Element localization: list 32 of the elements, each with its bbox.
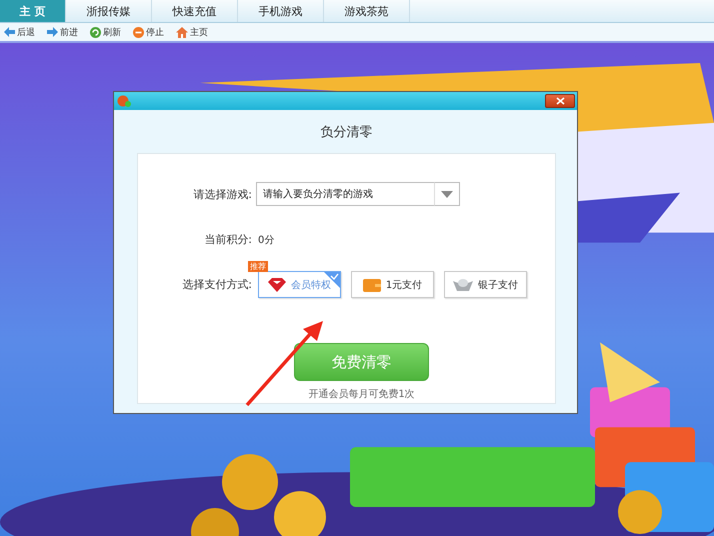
- home-icon: [176, 26, 188, 38]
- dialog-heading: 负分清零: [320, 124, 374, 142]
- payment-label: 选择支付方式:: [181, 277, 253, 292]
- stop-icon: [133, 26, 144, 38]
- tab[interactable]: 手机游戏: [238, 0, 324, 22]
- recommend-badge: 推荐: [248, 261, 268, 272]
- score-value: 0分: [258, 234, 274, 246]
- toolbar-button[interactable]: 前进: [45, 26, 84, 38]
- wallet-icon: [362, 278, 381, 292]
- score-label: 当前积分:: [203, 232, 253, 247]
- dropdown-arrow-icon: [441, 190, 453, 198]
- tab[interactable]: 快速充值: [152, 0, 238, 22]
- forward-icon: [47, 27, 58, 37]
- close-button[interactable]: [545, 94, 575, 108]
- toolbar-button[interactable]: 主页: [174, 26, 214, 38]
- tab[interactable]: 浙报传媒: [66, 0, 152, 22]
- gem-icon: [268, 278, 286, 292]
- dropdown-button[interactable]: [434, 182, 460, 206]
- close-icon: [556, 97, 564, 105]
- payment-option[interactable]: 1元支付: [351, 271, 434, 298]
- back-icon: [4, 27, 15, 37]
- toolbar-button[interactable]: 后退: [2, 26, 41, 38]
- hint-text: 开通会员每月可免费1次: [308, 388, 415, 401]
- refresh-icon: [90, 26, 101, 38]
- game-input-field[interactable]: 请输入要负分清零的游戏: [256, 182, 434, 206]
- ingot-icon: [453, 277, 473, 292]
- app-icon: [117, 95, 131, 107]
- toolbar-button[interactable]: 刷新: [88, 26, 127, 38]
- payment-option[interactable]: 银子支付: [444, 271, 527, 298]
- toolbar-button[interactable]: 停止: [131, 26, 170, 38]
- tab[interactable]: 游戏茶苑: [324, 0, 410, 22]
- game-label: 请选择游戏:: [192, 186, 253, 202]
